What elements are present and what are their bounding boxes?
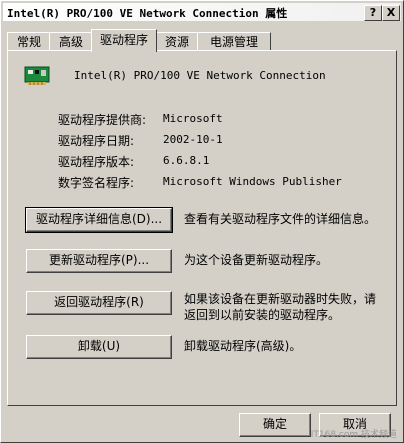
driver-details-button[interactable]: 驱动程序详细信息(D)...: [25, 207, 173, 233]
signer-value: Microsoft Windows Publisher: [163, 175, 342, 188]
tab-resources[interactable]: 资源: [155, 32, 199, 51]
uninstall-desc: 卸载驱动程序(高级)。: [184, 339, 302, 353]
close-button[interactable]: X: [382, 5, 400, 21]
tab-advanced[interactable]: 高级: [49, 32, 93, 51]
rollback-driver-desc: 如果该设备在更新驱动器时失败，请返回到以前安装的驱动程序。: [184, 292, 377, 322]
driver-tab-panel: Intel(R) PRO/100 VE Network Connection 驱…: [7, 50, 397, 406]
provider-label: 驱动程序提供商:: [58, 113, 147, 127]
window-title: Intel(R) PRO/100 VE Network Connection 属…: [7, 7, 288, 20]
ok-button[interactable]: 确定: [239, 413, 311, 437]
watermark: IT168.com 技术频道: [310, 430, 397, 440]
provider-value: Microsoft: [163, 112, 223, 125]
date-value: 2002-10-1: [163, 133, 223, 146]
title-bar[interactable]: Intel(R) PRO/100 VE Network Connection 属…: [3, 3, 401, 21]
rollback-driver-button[interactable]: 返回驱动程序(R): [26, 291, 172, 315]
date-label: 驱动程序日期:: [58, 134, 135, 148]
device-name: Intel(R) PRO/100 VE Network Connection: [74, 69, 326, 82]
help-button[interactable]: ?: [364, 5, 382, 21]
version-value: 6.6.8.1: [163, 154, 210, 167]
uninstall-button[interactable]: 卸载(U): [26, 335, 172, 359]
version-label: 驱动程序版本:: [58, 155, 135, 169]
tab-general[interactable]: 常规: [7, 32, 51, 51]
signer-label: 数字签名程序:: [58, 176, 135, 190]
update-driver-button[interactable]: 更新驱动程序(P)...: [26, 249, 172, 273]
tab-power-management[interactable]: 电源管理: [197, 32, 271, 51]
update-driver-desc: 为这个设备更新驱动程序。: [184, 253, 329, 267]
driver-details-desc: 查看有关驱动程序文件的详细信息。: [184, 212, 377, 226]
properties-dialog: Intel(R) PRO/100 VE Network Connection 属…: [0, 0, 404, 443]
tab-driver[interactable]: 驱动程序: [91, 29, 157, 52]
network-card-icon: [24, 66, 50, 85]
